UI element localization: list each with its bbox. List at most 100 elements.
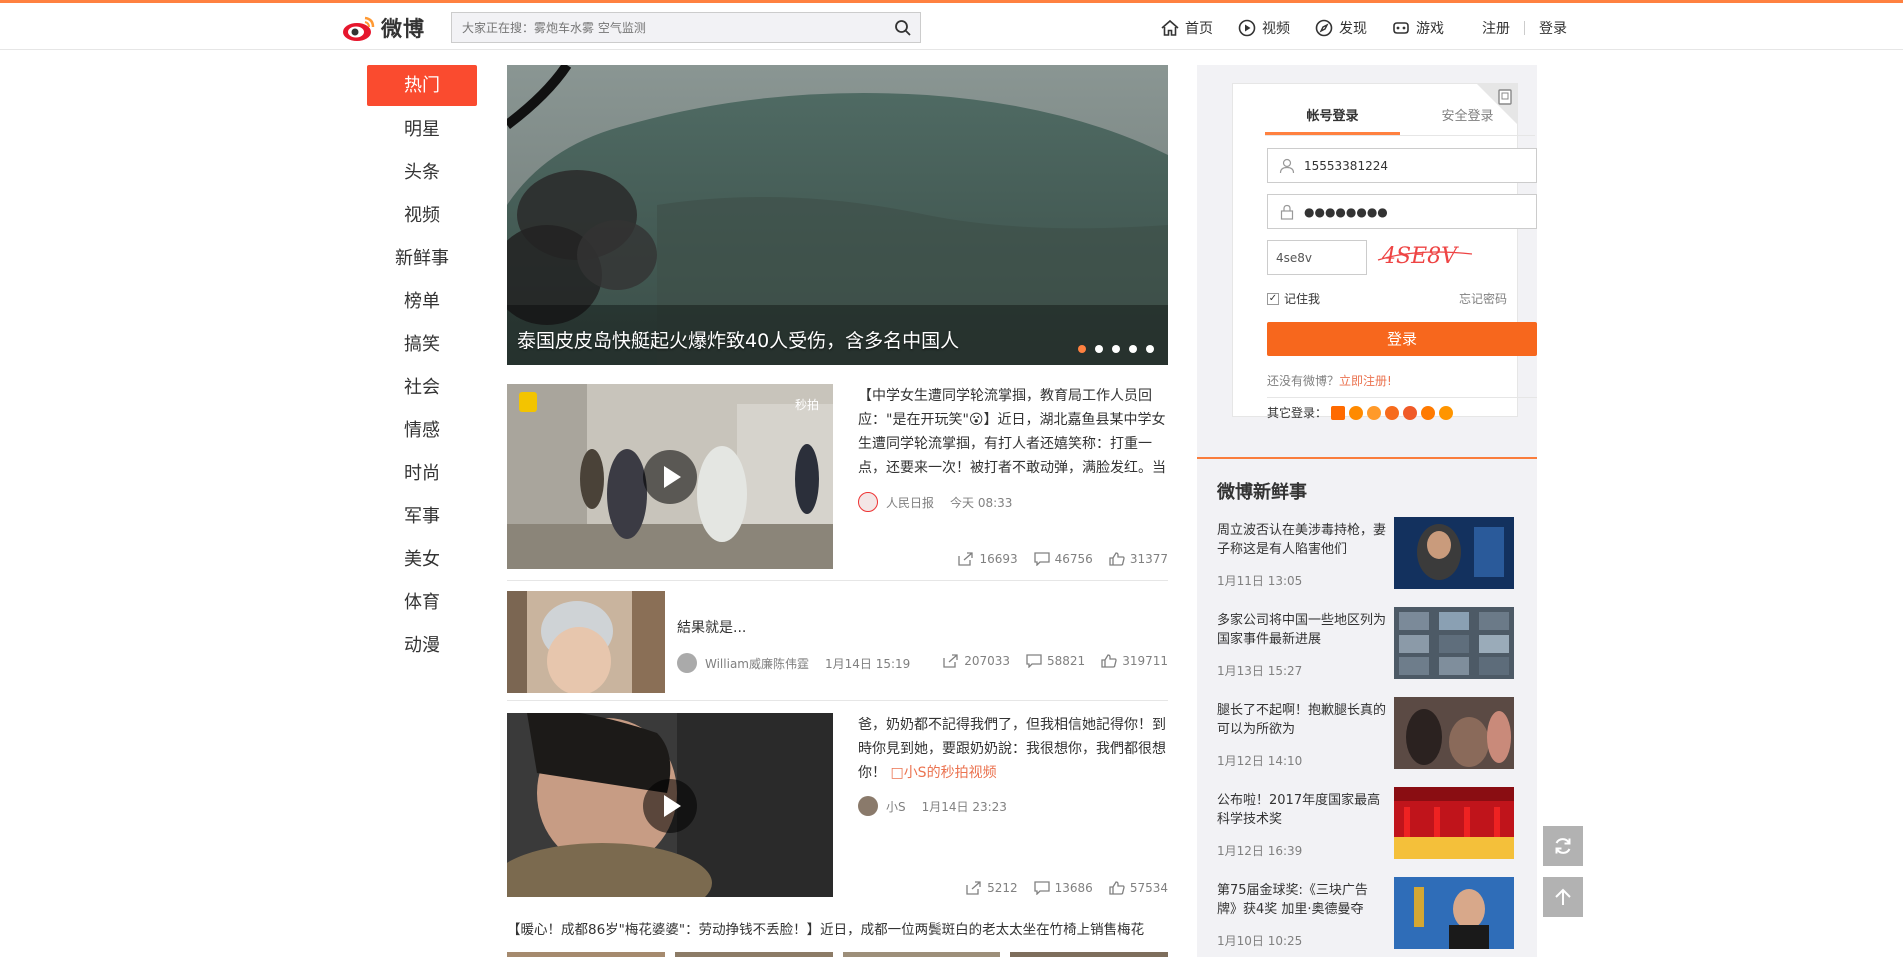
fresh-news-item[interactable]: 腿长了不起啊！抱歉腿长真的可以为所欲为 1月12日 14:10 [1217,697,1517,773]
divider [1267,397,1537,398]
leftnav-item-stars[interactable]: 明星 [367,108,477,151]
forgot-password-link[interactable]: 忘记密码 [1459,290,1507,307]
baidu-icon[interactable] [1439,405,1454,420]
fresh-news-thumbnail[interactable] [1394,787,1514,859]
nav-video[interactable]: 视频 [1237,18,1290,38]
post-image[interactable] [842,952,1001,957]
leftnav-item-anime[interactable]: 动漫 [367,624,477,667]
like-button[interactable]: 31377 [1109,552,1168,566]
post-text[interactable]: 【暖心！成都86岁"梅花婆婆"：劳动挣钱不丢脸！】近日，成都一位两鬓斑白的老太太… [507,918,1168,942]
renren-icon[interactable] [1385,405,1400,420]
video-link[interactable]: □小S的秒拍视频 [890,765,996,781]
carousel-dot[interactable] [1078,345,1086,353]
comment-button[interactable]: 13686 [1033,881,1093,895]
author-avatar[interactable] [858,492,878,512]
carousel-dot[interactable] [1112,345,1120,353]
remember-me[interactable]: ✓ 记住我 [1267,290,1320,307]
fresh-news-item[interactable]: 公布啦！2017年度国家最高科学技术奖 1月12日 16:39 [1217,787,1517,863]
fresh-news-headline[interactable]: 多家公司将中国一些地区列为国家事件最新进展 [1217,611,1387,649]
leftnav-item-military[interactable]: 军事 [367,495,477,538]
repost-button[interactable]: 16693 [958,552,1018,566]
fresh-news-thumbnail[interactable] [1394,697,1514,769]
tab-account-login[interactable]: 帐号登录 [1265,100,1400,135]
like-button[interactable]: 319711 [1101,654,1168,668]
fresh-news-item[interactable]: 多家公司将中国一些地区列为国家事件最新进展 1月13日 15:27 [1217,607,1517,683]
leftnav-item-emotion[interactable]: 情感 [367,409,477,452]
post-image[interactable] [674,952,833,957]
leftnav-item-hot[interactable]: 热门 [367,65,477,106]
login-submit-button[interactable]: 登录 [1267,322,1537,356]
nav-game[interactable]: 游戏 [1391,18,1444,38]
fresh-news-headline[interactable]: 公布啦！2017年度国家最高科学技术奖 [1217,791,1387,829]
register-now-link[interactable]: 立即注册! [1339,374,1392,388]
thumbnail-image [1394,697,1514,769]
remember-checkbox[interactable]: ✓ [1267,292,1279,305]
post-time: 1月14日 15:19 [824,656,911,671]
nav-discover[interactable]: 发现 [1314,18,1367,38]
repost-button[interactable]: 207033 [943,654,1010,668]
qq-icon[interactable] [1349,405,1364,420]
leftnav-item-beauty[interactable]: 美女 [367,538,477,581]
fresh-news-thumbnail[interactable] [1394,607,1514,679]
weixin-icon[interactable] [1403,405,1418,420]
fresh-news-item[interactable]: 周立波否认在美涉毒持枪，妻子称这是有人陷害他们 1月11日 13:05 [1217,517,1517,593]
password-input[interactable] [1304,195,1529,228]
like-button[interactable]: 57534 [1109,881,1168,895]
leftnav-item-fresh[interactable]: 新鲜事 [367,237,477,280]
post-image[interactable] [1010,952,1168,957]
leftnav-item-fashion[interactable]: 时尚 [367,452,477,495]
thumbnail-image [1394,877,1514,949]
repost-icon [966,881,981,895]
fresh-news-item[interactable]: 第75届金球奖:《三块广告牌》获4奖 加里·奥德曼夺 1月10日 10:25 [1217,877,1517,953]
leftnav-item-ranking[interactable]: 榜单 [367,280,477,323]
author-avatar[interactable] [677,653,697,673]
repost-button[interactable]: 5212 [966,881,1018,895]
comment-button[interactable]: 58821 [1026,654,1085,668]
post-thumbnail[interactable] [507,591,665,693]
carousel-dot[interactable] [1129,345,1137,353]
fresh-news-headline[interactable]: 第75届金球奖:《三块广告牌》获4奖 加里·奥德曼夺 [1217,881,1387,919]
author-name[interactable]: 小S [886,798,906,815]
refresh-button[interactable] [1543,826,1583,866]
nav-home[interactable]: 首页 [1160,18,1213,38]
leftnav-item-headlines[interactable]: 头条 [367,151,477,194]
video-thumbnail[interactable]: 秒拍 [507,384,833,569]
captcha-image[interactable]: 4SE8V [1376,236,1476,276]
leftnav-item-sports[interactable]: 体育 [367,581,477,624]
taobao-icon[interactable] [1331,405,1346,420]
verification-code-input[interactable] [1268,241,1366,274]
search-input[interactable] [452,13,872,42]
china-mobile-icon[interactable] [1421,405,1436,420]
hero-caption[interactable]: 泰国皮皮岛快艇起火爆炸致40人受伤，含多名中国人 [517,326,959,353]
play-icon[interactable] [643,450,697,504]
post-text[interactable]: 爸，奶奶都不記得我們了，但我相信她記得你！到時你見到她，要跟奶奶說：我很想你，我… [858,713,1168,785]
leftnav-item-video[interactable]: 视频 [367,194,477,237]
login-link[interactable]: 登录 [1539,18,1567,38]
feixin-icon[interactable] [1367,405,1382,420]
post-image[interactable] [507,952,665,957]
leftnav-item-funny[interactable]: 搞笑 [367,323,477,366]
carousel-dot[interactable] [1146,345,1154,353]
tab-secure-login[interactable]: 安全登录 [1400,100,1535,135]
post-text[interactable]: 【中学女生遭同学轮流掌掴，教育局工作人员回应："是在开玩笑"😮】近日，湖北嘉鱼县… [858,384,1168,480]
video-thumbnail[interactable] [507,713,833,897]
comment-button[interactable]: 46756 [1033,552,1093,566]
register-link[interactable]: 注册 [1482,18,1510,38]
fresh-news-headline[interactable]: 腿长了不起啊！抱歉腿长真的可以为所欲为 [1217,701,1387,739]
author-name[interactable]: 人民日报 [886,494,934,511]
leftnav-item-society[interactable]: 社会 [367,366,477,409]
back-to-top-button[interactable] [1543,877,1583,917]
weibo-logo[interactable]: 微博 [341,12,425,44]
fresh-news-headline[interactable]: 周立波否认在美涉毒持枪，妻子称这是有人陷害他们 [1217,521,1387,559]
fresh-news-thumbnail[interactable] [1394,517,1514,589]
remember-label: 记住我 [1284,292,1321,306]
hero-carousel[interactable]: 泰国皮皮岛快艇起火爆炸致40人受伤，含多名中国人 [507,65,1168,365]
username-input[interactable] [1304,149,1529,182]
carousel-dot[interactable] [1095,345,1103,353]
author-avatar[interactable] [858,796,878,816]
search-icon[interactable] [894,19,912,37]
fresh-news-thumbnail[interactable] [1394,877,1514,949]
play-icon[interactable] [643,779,697,833]
post-text[interactable]: 結果就是... [677,616,746,640]
author-name[interactable]: William威廉陈伟霆 [705,655,809,672]
